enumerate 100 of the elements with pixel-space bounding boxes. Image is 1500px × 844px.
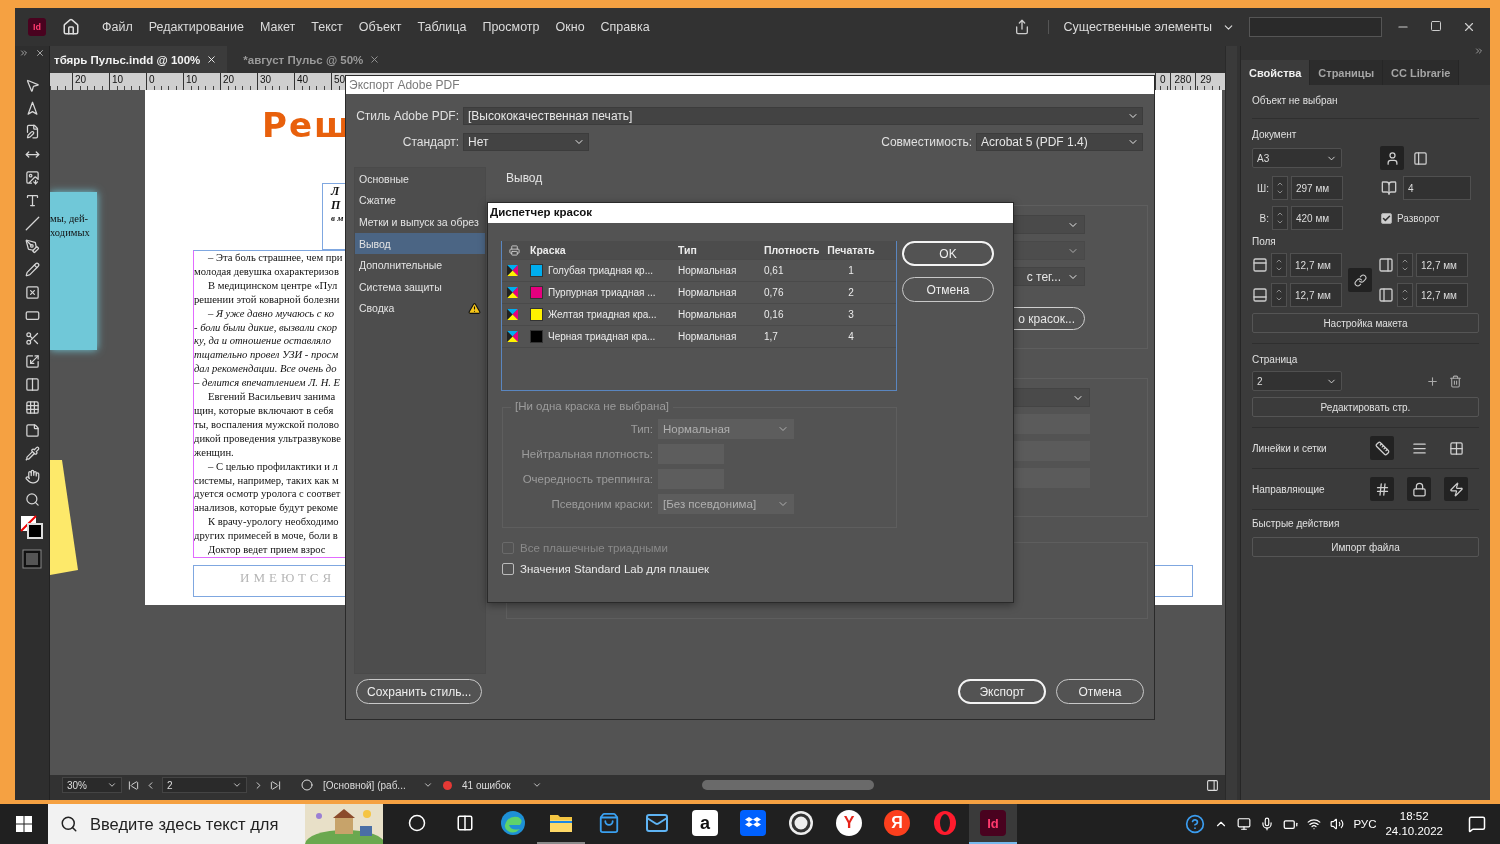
language-indicator[interactable]: РУС xyxy=(1353,818,1377,830)
wifi-icon[interactable] xyxy=(1307,817,1322,831)
edit-page-button[interactable]: Редактировать стр. xyxy=(1252,397,1479,417)
collapse-icon[interactable] xyxy=(1474,46,1484,56)
add-page-icon[interactable] xyxy=(1426,374,1439,388)
preset-dropdown[interactable]: [Высококачественная печать] xyxy=(463,107,1143,125)
taskbar-app[interactable]: Y xyxy=(825,804,873,844)
help-icon[interactable] xyxy=(1185,814,1206,834)
page-dropdown[interactable]: 2 xyxy=(1252,371,1342,391)
pencil-icon[interactable] xyxy=(24,262,40,277)
delete-icon[interactable] xyxy=(1449,374,1462,388)
import-button[interactable]: Импорт файла xyxy=(1252,537,1479,557)
page-icon[interactable] xyxy=(24,124,40,139)
category-item[interactable]: Основные xyxy=(355,168,485,190)
body-text-line: В медицинском центре «Пул xyxy=(207,278,339,293)
search-field[interactable] xyxy=(1249,17,1382,37)
pen-icon[interactable] xyxy=(24,239,40,254)
close-icon[interactable] xyxy=(1462,20,1476,34)
tray-icon[interactable] xyxy=(24,170,40,185)
menu-item[interactable]: Файл xyxy=(94,20,141,34)
master-dropdown[interactable]: [Основной] (раб... xyxy=(319,777,437,793)
panel-tab[interactable]: Свойства xyxy=(1241,60,1311,85)
toggle-button[interactable] xyxy=(1407,477,1431,501)
close-icon[interactable] xyxy=(369,54,381,65)
category-item[interactable]: Сжатие xyxy=(355,189,485,212)
clock[interactable]: 18:52 24.10.2022 xyxy=(1385,809,1443,839)
toggle-button[interactable] xyxy=(1370,436,1394,460)
toggle-button[interactable] xyxy=(1370,477,1394,501)
maximize-icon[interactable] xyxy=(1430,20,1442,32)
rectangle-icon[interactable] xyxy=(24,308,40,323)
speaker-icon[interactable] xyxy=(1330,817,1345,831)
margin-field[interactable]: 12,7 мм xyxy=(1290,253,1342,277)
last-page-icon[interactable] xyxy=(270,779,281,791)
scissors-icon[interactable] xyxy=(24,331,40,346)
menu-item[interactable]: Просмотр xyxy=(474,20,548,34)
home-icon[interactable] xyxy=(62,18,80,36)
page-field[interactable]: 2 xyxy=(162,777,247,793)
standard-dropdown[interactable]: Нет xyxy=(463,133,589,151)
notification-icon[interactable] xyxy=(1468,815,1486,833)
compatibility-dropdown[interactable]: Acrobat 5 (PDF 1.4) xyxy=(976,133,1143,151)
menu-item[interactable]: Таблица xyxy=(409,20,475,34)
taskbar-app[interactable]: Id xyxy=(969,804,1017,844)
view-icon[interactable] xyxy=(1206,778,1219,792)
toggle-button[interactable] xyxy=(1444,477,1468,501)
hand-icon[interactable] xyxy=(24,469,40,484)
menu-item[interactable]: Справка xyxy=(592,20,658,34)
menu-item[interactable]: Макет xyxy=(251,20,304,34)
panel-tab[interactable]: Страницы xyxy=(1310,60,1384,85)
close-icon[interactable] xyxy=(206,54,218,65)
margin-field[interactable]: 12,7 мм xyxy=(1416,283,1468,307)
document-tab[interactable]: *август Пульс @ 50% xyxy=(239,46,391,73)
monitor-icon[interactable] xyxy=(1237,817,1252,831)
menu-item[interactable]: Текст xyxy=(303,20,351,34)
transform-icon[interactable] xyxy=(24,354,40,369)
category-item[interactable]: Вывод xyxy=(355,232,485,255)
vertical-scrollbar[interactable] xyxy=(1225,46,1237,800)
margin-field[interactable]: 12,7 мм xyxy=(1290,283,1342,307)
close-icon[interactable] xyxy=(35,48,45,58)
width-field[interactable]: 297 мм xyxy=(1291,176,1343,200)
errors-dropdown[interactable]: 41 ошибок xyxy=(458,777,546,793)
menu-item[interactable]: Объект xyxy=(350,20,410,34)
line-icon[interactable] xyxy=(24,216,40,231)
share-icon[interactable] xyxy=(1014,19,1031,35)
fill-stroke-icon[interactable] xyxy=(20,515,44,541)
zoom-icon[interactable] xyxy=(24,492,40,507)
microphone-icon[interactable] xyxy=(1260,817,1275,831)
dialog-button[interactable]: OK xyxy=(902,241,994,266)
category-item[interactable]: Дополнительные xyxy=(355,254,485,276)
document-tab[interactable]: тбярь Пульс.indd @ 100% xyxy=(50,46,228,73)
layout-button[interactable]: Настройка макета xyxy=(1252,313,1479,333)
dialog-button[interactable]: Экспорт xyxy=(958,679,1046,704)
zoom-dropdown[interactable]: 30% xyxy=(62,777,122,793)
note-icon[interactable] xyxy=(24,423,40,438)
orientation-button[interactable] xyxy=(1380,146,1404,170)
height-field[interactable]: 420 мм xyxy=(1291,206,1343,230)
frame-icon[interactable] xyxy=(24,285,40,300)
frame-mode-icon[interactable] xyxy=(22,549,42,569)
taskbar-app[interactable]: Я xyxy=(873,804,921,844)
search-field[interactable]: Введите здесь текст для xyxy=(88,813,308,835)
first-page-icon[interactable] xyxy=(128,779,139,791)
category-item[interactable]: Метки и выпуск за обрез xyxy=(355,211,485,233)
margin-field[interactable]: 12,7 мм xyxy=(1416,253,1468,277)
taskbar-app[interactable]: a xyxy=(681,804,729,844)
menu-item[interactable]: Окно xyxy=(547,20,593,34)
pointer-icon[interactable] xyxy=(24,78,40,93)
collapse-icon[interactable] xyxy=(19,48,29,58)
pages-field[interactable]: 4 xyxy=(1403,176,1471,200)
menu-item[interactable]: Редактирование xyxy=(140,20,252,34)
preset-dropdown[interactable]: A3 xyxy=(1252,148,1342,168)
category-item[interactable]: Система защиты xyxy=(355,275,485,298)
checkbox[interactable] xyxy=(1381,212,1392,224)
search-bar[interactable]: Введите здесь текст для xyxy=(48,804,383,844)
panel-tab[interactable]: CC Librarie xyxy=(1383,60,1460,85)
checker-icon[interactable] xyxy=(24,400,40,415)
type-icon[interactable] xyxy=(24,193,40,208)
preflight-icon[interactable] xyxy=(301,779,313,791)
eyedropper-icon[interactable] xyxy=(24,446,40,461)
checkbox[interactable] xyxy=(502,563,514,575)
category-item[interactable]: Сводка xyxy=(355,297,485,320)
link-button[interactable] xyxy=(1348,268,1372,292)
